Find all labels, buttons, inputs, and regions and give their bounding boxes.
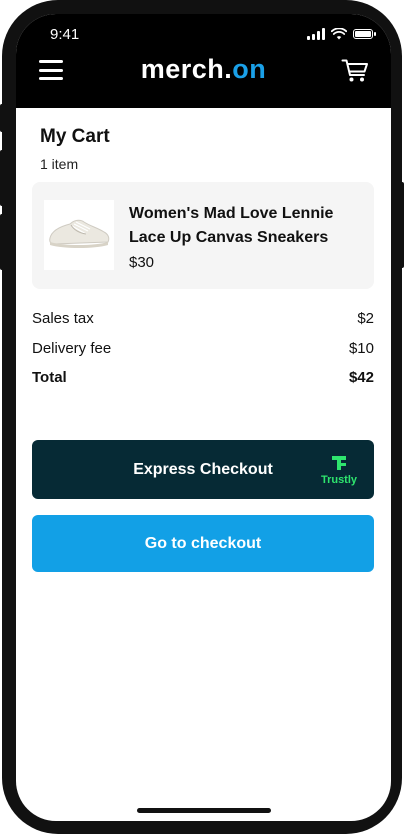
express-checkout-label: Express Checkout (133, 460, 273, 478)
logo-text-primary: merch. (140, 54, 233, 84)
cart-item-card[interactable]: Women's Mad Love Lennie Lace Up Canvas S… (32, 182, 374, 289)
sales-tax-label: Sales tax (32, 310, 94, 327)
screen: 9:41 merch.on My Cart 1 item Women's Mad… (16, 14, 391, 821)
trustly-icon (332, 456, 346, 470)
mute-switch (0, 104, 4, 132)
sales-tax-row: Sales tax $2 (32, 310, 374, 327)
home-indicator (137, 808, 271, 813)
delivery-fee-row: Delivery fee $10 (32, 340, 374, 357)
sneaker-image-icon (49, 219, 110, 248)
delivery-fee-value: $10 (348, 340, 374, 357)
notch (124, 14, 284, 44)
trustly-text: Trustly (320, 474, 358, 486)
cart-item-count: 1 item (40, 156, 79, 172)
page-title: My Cart (40, 126, 110, 147)
express-checkout-button[interactable]: Express Checkout Trustly (32, 440, 374, 499)
status-time: 9:41 (50, 26, 80, 43)
sales-tax-value: $2 (357, 310, 374, 327)
volume-down-button (0, 214, 4, 270)
volume-up-button (0, 150, 4, 206)
product-price: $30 (129, 254, 155, 271)
delivery-fee-label: Delivery fee (32, 340, 112, 357)
total-label: Total (32, 369, 67, 386)
go-to-checkout-button[interactable]: Go to checkout (32, 515, 374, 572)
status-icons (307, 28, 376, 40)
logo-text-accent: on (232, 54, 267, 84)
battery-icon (353, 29, 376, 39)
phone-frame: 9:41 merch.on My Cart 1 item Women's Mad… (0, 0, 404, 834)
power-button (400, 182, 404, 268)
product-image (44, 200, 114, 270)
cellular-signal-icon (307, 28, 325, 40)
product-name: Women's Mad Love Lennie Lace Up Canvas S… (129, 205, 334, 246)
total-value: $42 (348, 369, 374, 386)
wifi-icon (331, 28, 347, 40)
shopping-cart-icon[interactable] (341, 58, 369, 84)
total-row: Total $42 (32, 369, 374, 386)
go-to-checkout-label: Go to checkout (144, 534, 262, 552)
app-logo: merch.on (16, 54, 391, 85)
trustly-logo: Trustly (320, 455, 358, 486)
